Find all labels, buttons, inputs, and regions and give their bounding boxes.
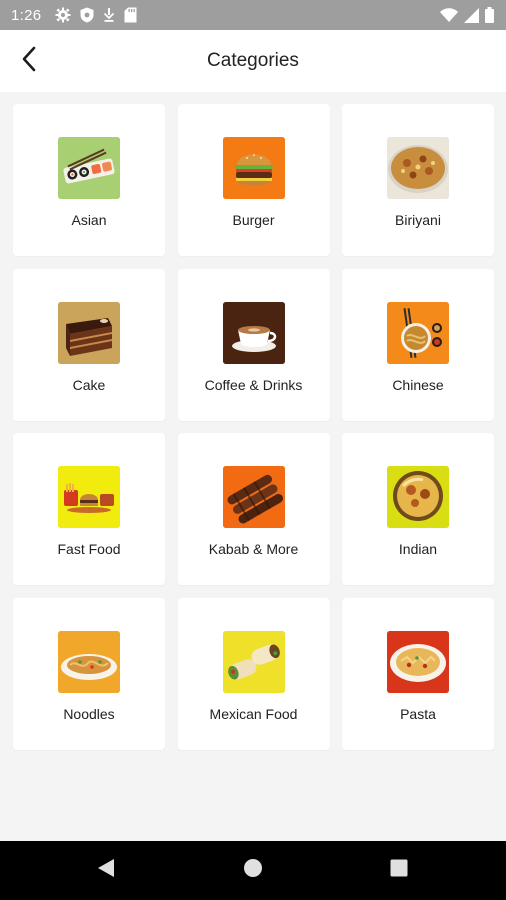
category-image-mexican-food	[222, 630, 285, 693]
category-card-indian[interactable]: Indian	[342, 433, 494, 585]
category-image-pasta	[387, 630, 449, 693]
app-bar: Categories	[0, 30, 506, 92]
category-card-noodles[interactable]: Noodles	[13, 597, 165, 750]
status-bar: 1:26	[0, 0, 506, 30]
pasta-plate-icon	[387, 630, 449, 693]
category-image-fast-food	[58, 466, 120, 528]
category-image-coffee-drinks	[222, 301, 285, 364]
category-image-biriyani	[387, 137, 449, 199]
wifi-icon	[440, 8, 458, 22]
home-circle-icon	[243, 858, 263, 883]
noodles-plate-icon	[58, 630, 120, 693]
system-navigation-bar	[0, 841, 506, 900]
signal-icon	[464, 7, 479, 23]
category-card-cake[interactable]: Cake	[13, 268, 165, 421]
category-card-pasta[interactable]: Pasta	[342, 597, 494, 750]
category-label-pasta: Pasta	[400, 705, 436, 722]
category-card-coffee-drinks[interactable]: Coffee & Drinks	[177, 268, 330, 421]
fast-food-spread-icon	[58, 466, 120, 528]
status-notification-icons	[55, 7, 137, 23]
category-image-kabab-more	[222, 466, 285, 528]
kabab-icon	[222, 466, 285, 528]
category-label-coffee-drinks: Coffee & Drinks	[204, 376, 303, 393]
burger-icon	[222, 137, 285, 199]
category-card-mexican-food[interactable]: Mexican Food	[177, 597, 330, 750]
nav-home-button[interactable]	[223, 841, 283, 900]
nav-recents-button[interactable]	[369, 841, 429, 900]
status-system-icons	[440, 7, 494, 23]
category-card-biriyani[interactable]: Biriyani	[342, 104, 494, 256]
sushi-platter-icon	[58, 137, 120, 199]
back-triangle-icon	[97, 858, 115, 883]
category-card-kabab-more[interactable]: Kabab & More	[177, 433, 330, 585]
category-label-biriyani: Biriyani	[395, 212, 441, 228]
chocolate-cake-slice-icon	[58, 301, 120, 364]
category-image-asian	[58, 137, 120, 199]
recents-square-icon	[390, 859, 408, 882]
category-label-indian: Indian	[398, 541, 438, 557]
coffee-cup-icon	[222, 301, 285, 364]
category-image-indian	[387, 466, 449, 528]
download-icon	[103, 7, 115, 23]
category-label-cake: Cake	[72, 376, 106, 393]
category-label-chinese: Chinese	[392, 376, 444, 393]
category-card-fast-food[interactable]: Fast Food	[13, 433, 165, 585]
page-title: Categories	[207, 50, 299, 71]
category-label-burger: Burger	[232, 212, 275, 228]
category-image-noodles	[58, 630, 120, 693]
category-card-asian[interactable]: Asian	[13, 104, 165, 256]
nav-back-button[interactable]	[76, 841, 136, 900]
shield-icon	[80, 7, 94, 23]
category-label-noodles: Noodles	[63, 705, 115, 722]
gear-icon	[55, 7, 71, 23]
sd-card-icon	[124, 7, 137, 23]
category-grid: Asian Burger Biriyani Cake Coffee & Drin…	[13, 104, 494, 750]
wraps-icon	[222, 630, 285, 693]
category-label-kabab-more: Kabab & More	[208, 541, 299, 557]
category-label-asian: Asian	[71, 212, 107, 228]
category-label-mexican-food: Mexican Food	[209, 705, 298, 722]
biriyani-plate-icon	[387, 137, 449, 199]
category-card-chinese[interactable]: Chinese	[342, 268, 494, 421]
status-time: 1:26	[11, 6, 42, 24]
battery-icon	[485, 7, 494, 23]
category-label-fast-food: Fast Food	[57, 541, 121, 557]
chinese-dish-with-chopsticks-icon	[387, 301, 449, 364]
category-image-chinese	[387, 301, 449, 364]
category-card-burger[interactable]: Burger	[177, 104, 330, 256]
indian-curry-bowl-icon	[387, 466, 449, 528]
category-image-burger	[222, 137, 285, 199]
category-image-cake	[58, 301, 120, 364]
